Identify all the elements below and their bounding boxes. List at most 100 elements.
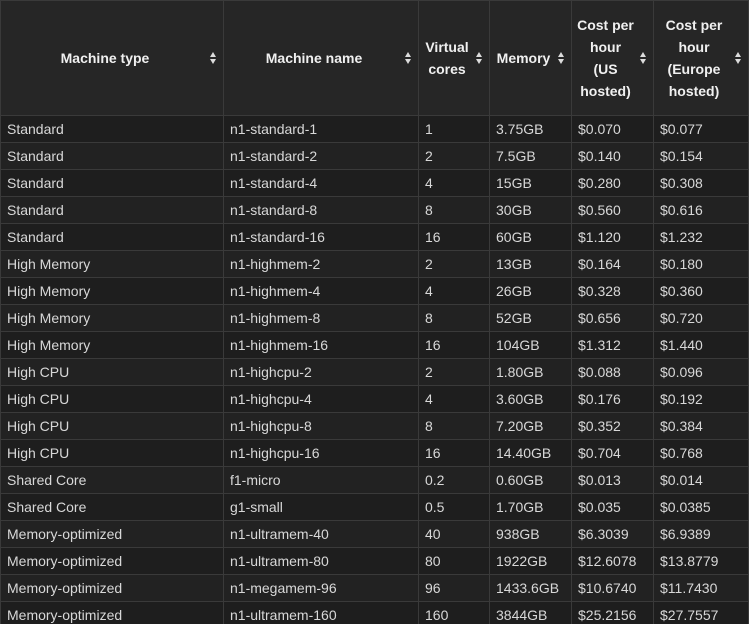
column-header-label: Cost per hour (Europe hosted) <box>665 17 723 99</box>
column-header-cost-europe[interactable]: Cost per hour (Europe hosted) <box>653 0 749 116</box>
cell-machine-name: n1-highcpu-2 <box>223 358 419 386</box>
cell-virtual-cores: 16 <box>418 223 490 251</box>
cell-cost-us: $0.164 <box>571 250 654 278</box>
cell-cost-us: $0.088 <box>571 358 654 386</box>
cell-virtual-cores: 160 <box>418 601 490 624</box>
cell-cost-us: $0.013 <box>571 466 654 494</box>
cell-machine-type: High CPU <box>0 439 224 467</box>
column-header-memory[interactable]: Memory <box>489 0 572 116</box>
cell-cost-europe: $0.616 <box>653 196 749 224</box>
cell-memory: 104GB <box>489 331 572 359</box>
sort-both-icon[interactable] <box>558 51 565 65</box>
cell-machine-name: n1-standard-2 <box>223 142 419 170</box>
cell-memory: 15GB <box>489 169 572 197</box>
cell-virtual-cores: 8 <box>418 196 490 224</box>
cell-memory: 13GB <box>489 250 572 278</box>
cell-machine-type: High Memory <box>0 250 224 278</box>
table-row: High CPU n1-highcpu-8 8 7.20GB $0.352 $0.384 <box>0 412 749 440</box>
cell-cost-europe: $27.7557 <box>653 601 749 624</box>
cell-memory: 52GB <box>489 304 572 332</box>
cell-virtual-cores: 1 <box>418 115 490 143</box>
table-row: Memory-optimized n1-ultramem-160 160 3844GB… <box>0 601 749 624</box>
cell-cost-europe: $0.096 <box>653 358 749 386</box>
cell-virtual-cores: 2 <box>418 250 490 278</box>
cell-cost-europe: $0.384 <box>653 412 749 440</box>
sort-both-icon[interactable] <box>476 51 483 65</box>
cell-cost-us: $0.704 <box>571 439 654 467</box>
header-row: Machine type Machine name Virtual cores Mem… <box>0 0 749 116</box>
cell-virtual-cores: 8 <box>418 304 490 332</box>
cell-cost-us: $0.280 <box>571 169 654 197</box>
cell-cost-us: $0.070 <box>571 115 654 143</box>
cell-memory: 60GB <box>489 223 572 251</box>
table-row: High Memory n1-highmem-4 4 26GB $0.328 $0.360 <box>0 277 749 305</box>
sort-both-icon[interactable] <box>640 51 647 65</box>
cell-cost-europe: $0.014 <box>653 466 749 494</box>
sort-both-icon[interactable] <box>210 51 217 65</box>
cell-virtual-cores: 0.2 <box>418 466 490 494</box>
cell-cost-europe: $0.180 <box>653 250 749 278</box>
cell-machine-type: Standard <box>0 223 224 251</box>
sort-both-icon[interactable] <box>405 51 412 65</box>
cell-memory: 7.20GB <box>489 412 572 440</box>
cell-machine-type: Memory-optimized <box>0 601 224 624</box>
cell-machine-type: Standard <box>0 196 224 224</box>
column-header-label: Machine type <box>60 50 150 66</box>
cell-machine-type: High Memory <box>0 331 224 359</box>
cell-cost-us: $0.035 <box>571 493 654 521</box>
cell-machine-name: n1-ultramem-40 <box>223 520 419 548</box>
cell-cost-us: $25.2156 <box>571 601 654 624</box>
cell-machine-name: n1-highmem-4 <box>223 277 419 305</box>
cell-machine-name: n1-highcpu-8 <box>223 412 419 440</box>
cell-cost-europe: $0.0385 <box>653 493 749 521</box>
column-header-virtual-cores[interactable]: Virtual cores <box>418 0 490 116</box>
table-row: High Memory n1-highmem-2 2 13GB $0.164 $0.180 <box>0 250 749 278</box>
cell-virtual-cores: 4 <box>418 169 490 197</box>
cell-machine-name: g1-small <box>223 493 419 521</box>
table-row: High Memory n1-highmem-16 16 104GB $1.312 $1.… <box>0 331 749 359</box>
cell-machine-name: n1-standard-1 <box>223 115 419 143</box>
cell-memory: 26GB <box>489 277 572 305</box>
column-header-machine-type[interactable]: Machine type <box>0 0 224 116</box>
cell-cost-us: $1.120 <box>571 223 654 251</box>
table-row: Memory-optimized n1-ultramem-40 40 938GB $6.… <box>0 520 749 548</box>
cell-machine-type: Standard <box>0 142 224 170</box>
cell-cost-us: $12.6078 <box>571 547 654 575</box>
table-row: Standard n1-standard-16 16 60GB $1.120 $1.232 <box>0 223 749 251</box>
cell-machine-name: f1-micro <box>223 466 419 494</box>
cell-memory: 3.60GB <box>489 385 572 413</box>
cell-memory: 3844GB <box>489 601 572 624</box>
cell-cost-europe: $0.768 <box>653 439 749 467</box>
column-header-machine-name[interactable]: Machine name <box>223 0 419 116</box>
table-row: Standard n1-standard-2 2 7.5GB $0.140 $0.154 <box>0 142 749 170</box>
cell-memory: 1433.6GB <box>489 574 572 602</box>
cell-cost-us: $0.560 <box>571 196 654 224</box>
table-row: High CPU n1-highcpu-16 16 14.40GB $0.704 $0.7… <box>0 439 749 467</box>
cell-machine-name: n1-highcpu-16 <box>223 439 419 467</box>
column-header-label: Machine name <box>265 50 363 66</box>
cell-cost-us: $0.352 <box>571 412 654 440</box>
cell-cost-us: $1.312 <box>571 331 654 359</box>
cell-cost-us: $0.328 <box>571 277 654 305</box>
cell-cost-europe: $0.077 <box>653 115 749 143</box>
cell-machine-type: High CPU <box>0 385 224 413</box>
table-body: Standard n1-standard-1 1 3.75GB $0.070 $0.077… <box>0 115 749 624</box>
cell-virtual-cores: 8 <box>418 412 490 440</box>
table-row: Standard n1-standard-1 1 3.75GB $0.070 $0.077 <box>0 115 749 143</box>
cell-machine-type: Memory-optimized <box>0 520 224 548</box>
sort-both-icon[interactable] <box>735 51 742 65</box>
cell-memory: 1.80GB <box>489 358 572 386</box>
cell-cost-europe: $0.720 <box>653 304 749 332</box>
cell-memory: 30GB <box>489 196 572 224</box>
column-header-cost-us[interactable]: Cost per hour (US hosted) <box>571 0 654 116</box>
cell-machine-name: n1-standard-16 <box>223 223 419 251</box>
cell-cost-europe: $6.9389 <box>653 520 749 548</box>
cell-memory: 1.70GB <box>489 493 572 521</box>
cell-machine-type: Standard <box>0 169 224 197</box>
cell-virtual-cores: 2 <box>418 358 490 386</box>
cell-machine-type: High CPU <box>0 358 224 386</box>
cell-cost-us: $6.3039 <box>571 520 654 548</box>
cell-machine-type: Shared Core <box>0 466 224 494</box>
cell-machine-type: Memory-optimized <box>0 547 224 575</box>
cell-memory: 3.75GB <box>489 115 572 143</box>
